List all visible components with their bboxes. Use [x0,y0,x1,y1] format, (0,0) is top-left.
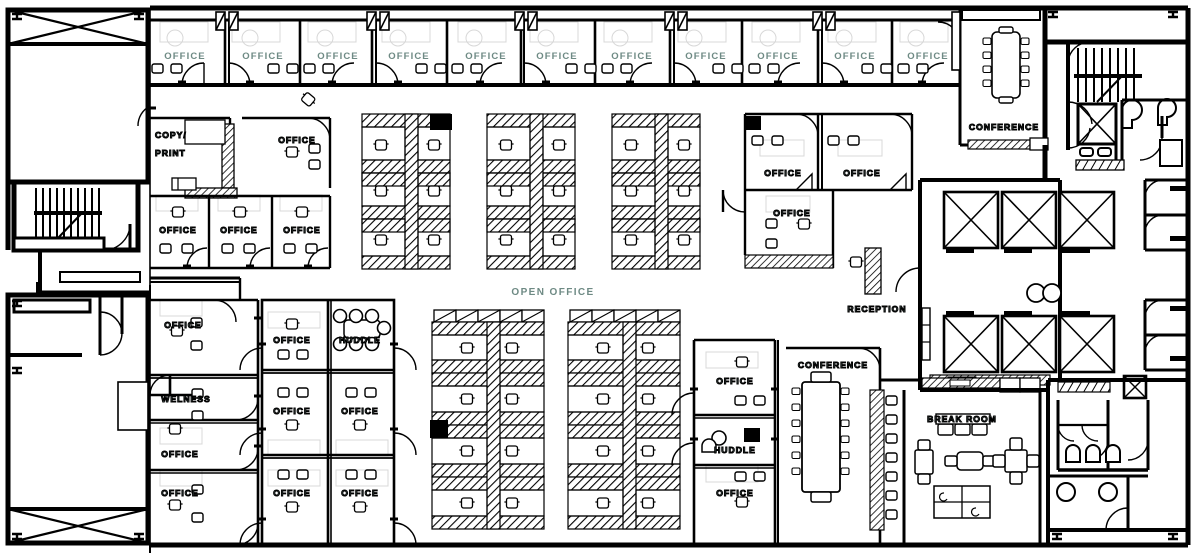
office-label: OFFICE [685,51,726,62]
wellness-label: WELNESS [161,394,211,404]
office-label: OFFICE [907,51,948,62]
reception-label: RECEPTION [847,304,906,314]
lounge-chairs [885,395,898,520]
office-label: OFFICE [283,225,321,235]
elevator-car [942,190,1000,253]
conference-label: CONFERENCE [969,122,1039,132]
elevator-car [1000,311,1058,374]
open-office-label: OPEN OFFICE [511,287,594,298]
office-label: OFFICE [242,51,283,62]
office-label: OFFICE [317,51,358,62]
office-label: OFFICE [161,488,199,498]
office-label: OFFICE [278,135,316,145]
huddle-label: HUDDLE [714,445,756,455]
office-label: OFFICE [611,51,652,62]
office-label: OFFICE [273,335,311,345]
office-label: OFFICE [273,488,311,498]
conference-label: CONFERENCE [798,360,868,370]
elevator-car [942,311,1000,374]
office-label: OFFICE [716,488,754,498]
office-label: OFFICE [341,406,379,416]
office-label: OFFICE [773,208,811,218]
office-label: OFFICE [388,51,429,62]
office-label: OFFICE [757,51,798,62]
office-label: OFFICE [716,376,754,386]
office-label: OFFICE [764,168,802,178]
elevator-car [1000,190,1058,253]
stair-tower-nw [5,7,151,185]
office-label: OFFICE [164,320,202,330]
office-label: OFFICE [843,168,881,178]
office-label: OFFICE [159,225,197,235]
elevator-car [1058,190,1116,253]
copy-print-label-line1: COPY/ [155,130,187,140]
office-label: OFFICE [536,51,577,62]
office-label: OFFICE [273,406,311,416]
elevator-car [1058,311,1116,374]
break-room-label: BREAK ROOM [927,414,997,424]
office-label: OFFICE [834,51,875,62]
copy-print-label-line2: PRINT [155,148,186,158]
stairs-nw [11,179,141,253]
floor-plan: OFFICE OFFICE OFFICE OFFICE OFFICE OFFIC… [0,0,1197,553]
office-label: OFFICE [220,225,258,235]
stair-tower-sw [5,282,151,546]
office-label: OFFICE [161,449,199,459]
office-label: OFFICE [164,51,205,62]
office-label: OFFICE [341,488,379,498]
huddle-label: HUDDLE [339,335,381,345]
office-label: OFFICE [465,51,506,62]
